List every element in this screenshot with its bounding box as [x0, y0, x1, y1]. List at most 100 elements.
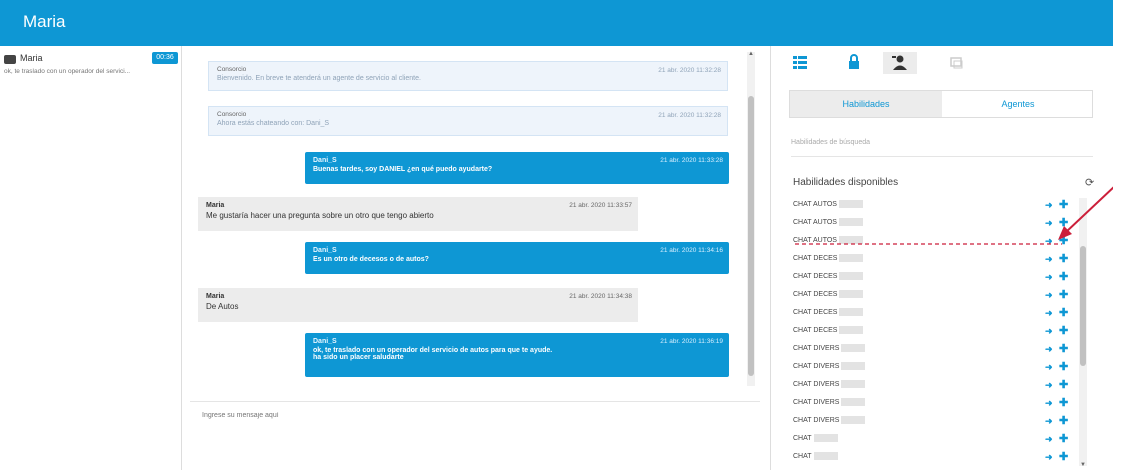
redacted-text [841, 362, 866, 371]
message-text: ok, te traslado con un operador del serv… [313, 347, 553, 354]
add-skill-icon[interactable]: ✚ [1059, 394, 1068, 412]
redacted-text [839, 254, 864, 263]
skill-label: CHAT DIVERS [793, 381, 840, 388]
redacted-text [813, 452, 838, 461]
add-skill-icon[interactable]: ✚ [1059, 340, 1068, 358]
tab-agentes[interactable]: Agentes [942, 91, 1094, 117]
system-message: Consorcio 21 abr. 2020 11:32:28 Ahora es… [208, 106, 728, 136]
message-text: Bienvenido. En breve te atenderá un agen… [217, 75, 421, 82]
add-skill-icon[interactable]: ✚ [1059, 286, 1068, 304]
tab-habilidades[interactable]: Habilidades [790, 91, 942, 117]
outgoing-message: Dani_S 21 abr. 2020 11:33:28 Buenas tard… [305, 152, 729, 184]
user-transfer-icon[interactable] [883, 52, 917, 74]
conversation-item[interactable]: Maria 00:36 ok, te traslado con un opera… [0, 52, 182, 84]
skills-list: CHAT AUTOS ➜ ✚ CHAT AUTOS ➜ ✚ CHAT AUTOS ➜ ✚ CHAT… [793, 196, 1083, 466]
redacted-text [841, 398, 866, 407]
transfer-arrow-icon[interactable]: ➜ [1045, 196, 1053, 214]
refresh-icon[interactable]: ⟳ [1085, 176, 1094, 189]
skill-label: CHAT DECES [793, 255, 838, 262]
message-time: 21 abr. 2020 11:33:57 [569, 202, 632, 209]
add-skill-icon[interactable]: ✚ [1059, 304, 1068, 322]
conversation-name: Maria [20, 53, 43, 63]
conversation-list: Maria 00:36 ok, te traslado con un opera… [0, 46, 182, 470]
skill-label: CHAT DIVERS [793, 417, 840, 424]
transfer-arrow-icon[interactable]: ➜ [1045, 286, 1053, 304]
add-skill-icon[interactable]: ✚ [1059, 448, 1068, 466]
skill-label: CHAT [793, 435, 812, 442]
skill-label: CHAT DECES [793, 273, 838, 280]
scroll-up-icon[interactable]: ▲ [748, 51, 754, 57]
skill-row: CHAT AUTOS ➜ ✚ [793, 232, 1083, 250]
add-skill-icon[interactable]: ✚ [1059, 250, 1068, 268]
add-skill-icon[interactable]: ✚ [1059, 322, 1068, 340]
conversation-preview: ok, te traslado con un operador del serv… [4, 68, 131, 75]
transfer-arrow-icon[interactable]: ➜ [1045, 340, 1053, 358]
transfer-arrow-icon[interactable]: ➜ [1045, 250, 1053, 268]
outgoing-message: Dani_S 21 abr. 2020 11:34:16 Es un otro … [305, 242, 729, 274]
add-skill-icon[interactable]: ✚ [1059, 376, 1068, 394]
add-skill-icon[interactable]: ✚ [1059, 232, 1068, 250]
skill-label: CHAT DIVERS [793, 363, 840, 370]
message-author: Maria [206, 293, 225, 300]
message-text-line-2: ha sido un placer saludarte [313, 354, 404, 361]
redacted-text [838, 218, 863, 227]
message-author: Maria [206, 202, 225, 209]
add-skill-icon[interactable]: ✚ [1059, 268, 1068, 286]
skill-row: CHAT DECES ➜ ✚ [793, 268, 1083, 286]
add-skill-icon[interactable]: ✚ [1059, 430, 1068, 448]
panel-tabs: Habilidades Agentes [789, 90, 1093, 118]
transfer-arrow-icon[interactable]: ➜ [1045, 322, 1053, 340]
list-icon[interactable] [783, 52, 817, 74]
add-skill-icon[interactable]: ✚ [1059, 196, 1068, 214]
redacted-text [838, 200, 863, 209]
skill-label: CHAT AUTOS [793, 201, 837, 208]
page-title: Maria [23, 12, 66, 31]
scroll-thumb[interactable] [1080, 246, 1086, 366]
transfer-arrow-icon[interactable]: ➜ [1045, 412, 1053, 430]
message-input[interactable] [202, 412, 742, 419]
transfer-arrow-icon[interactable]: ➜ [1045, 268, 1053, 286]
message-author: Consorcio [217, 111, 247, 118]
skill-label: CHAT DIVERS [793, 345, 840, 352]
redacted-text [838, 236, 863, 245]
skill-label: CHAT AUTOS [793, 219, 837, 226]
skills-search-input[interactable]: Habilidades de búsqueda [791, 139, 1091, 146]
skill-row: CHAT DIVERS ➜ ✚ [793, 340, 1083, 358]
top-bar: Maria [0, 0, 1123, 46]
transfer-arrow-icon[interactable]: ➜ [1045, 430, 1053, 448]
skill-label: CHAT [793, 453, 812, 460]
skills-panel: Habilidades Agentes Habilidades de búsqu… [770, 46, 1113, 470]
skill-row: CHAT DIVERS ➜ ✚ [793, 394, 1083, 412]
chat-scrollbar[interactable]: ▲ [747, 51, 755, 386]
incoming-message: Maria 21 abr. 2020 11:33:57 Me gustaría … [198, 197, 638, 231]
skill-row: CHAT ➜ ✚ [793, 448, 1083, 466]
add-skill-icon[interactable]: ✚ [1059, 358, 1068, 376]
lock-icon[interactable] [837, 52, 871, 74]
transfer-arrow-icon[interactable]: ➜ [1045, 394, 1053, 412]
chat-icon [4, 55, 16, 64]
scroll-down-icon[interactable]: ▼ [1080, 462, 1086, 468]
add-skill-icon[interactable]: ✚ [1059, 214, 1068, 232]
skill-row: CHAT AUTOS ➜ ✚ [793, 214, 1083, 232]
redacted-text [839, 290, 864, 299]
transfer-arrow-icon[interactable]: ➜ [1045, 376, 1053, 394]
chat-panel: Consorcio 21 abr. 2020 11:32:28 Bienveni… [190, 46, 763, 470]
transfer-arrow-icon[interactable]: ➜ [1045, 214, 1053, 232]
skill-label: CHAT DECES [793, 309, 838, 316]
window-icon[interactable] [939, 52, 973, 74]
add-skill-icon[interactable]: ✚ [1059, 412, 1068, 430]
skill-label: CHAT DECES [793, 327, 838, 334]
transfer-arrow-icon[interactable]: ➜ [1045, 304, 1053, 322]
message-text: De Autos [206, 302, 239, 311]
message-time: 21 abr. 2020 11:33:28 [660, 157, 723, 164]
scroll-thumb[interactable] [748, 96, 754, 376]
page-edge [1113, 0, 1123, 470]
system-message: Consorcio 21 abr. 2020 11:32:28 Bienveni… [208, 61, 728, 91]
skills-scrollbar[interactable]: ▼ [1079, 198, 1087, 468]
transfer-arrow-icon[interactable]: ➜ [1045, 448, 1053, 466]
skill-row: CHAT DIVERS ➜ ✚ [793, 376, 1083, 394]
message-text: Ahora estás chateando con: Dani_S [217, 120, 330, 127]
message-time: 21 abr. 2020 11:34:16 [660, 247, 723, 254]
transfer-arrow-icon[interactable]: ➜ [1045, 232, 1053, 250]
transfer-arrow-icon[interactable]: ➜ [1045, 358, 1053, 376]
